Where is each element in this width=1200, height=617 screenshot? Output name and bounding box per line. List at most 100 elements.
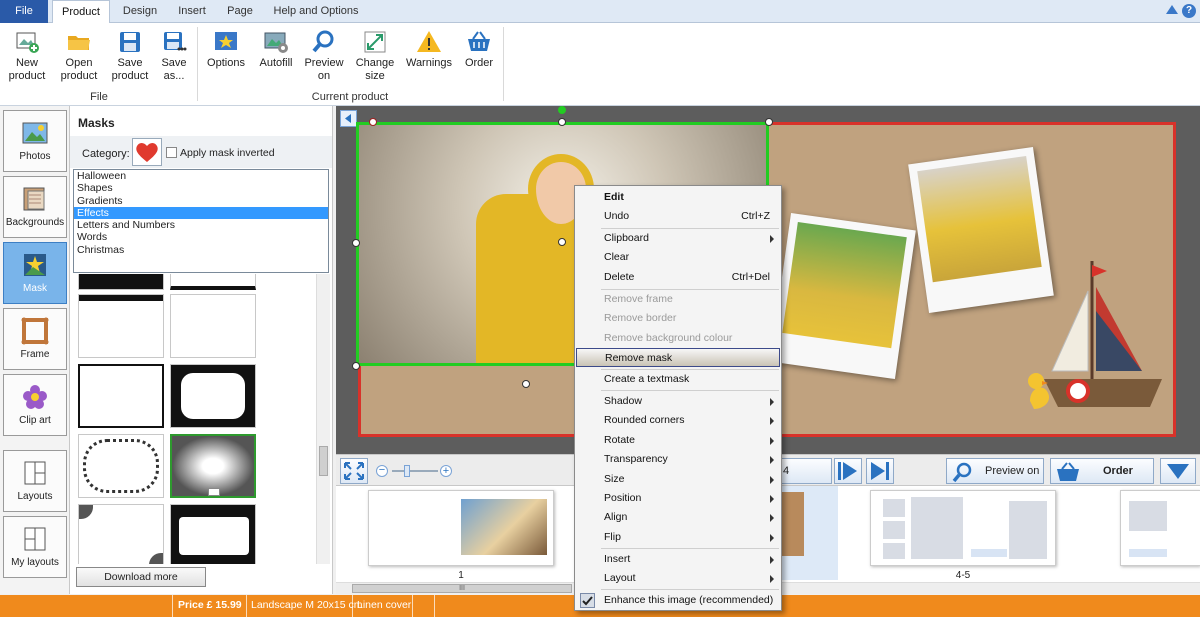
warnings-button[interactable]: Warnings xyxy=(404,29,454,70)
page-right[interactable] xyxy=(770,122,1176,437)
rotation-handle-green[interactable] xyxy=(558,106,566,114)
status-format: Landscape M 20x15 cm xyxy=(251,599,363,611)
sailboat-clipart[interactable] xyxy=(1022,251,1172,421)
menu-item-label: Clipboard xyxy=(604,232,649,244)
apply-mask-inverted-checkbox[interactable] xyxy=(166,147,177,158)
zoom-out-icon[interactable]: − xyxy=(376,465,388,477)
category-item[interactable]: Letters and Numbers xyxy=(74,219,328,231)
previous-page-button[interactable] xyxy=(340,110,357,127)
mask-thumbnail[interactable] xyxy=(78,364,164,428)
order-button[interactable]: Order xyxy=(458,29,500,70)
expand-filmstrip-button[interactable] xyxy=(1160,458,1196,484)
resize-handle-top[interactable] xyxy=(558,118,566,126)
tool-my-layouts[interactable]: My layouts xyxy=(3,516,67,578)
category-item[interactable]: Shapes xyxy=(74,182,328,194)
submenu-arrow-icon xyxy=(770,514,774,522)
options-button[interactable]: Options xyxy=(204,29,248,70)
mask-thumbnail[interactable] xyxy=(170,294,256,358)
menu-item-clipboard[interactable]: Clipboard xyxy=(576,229,780,248)
fit-to-screen-button[interactable] xyxy=(340,458,368,484)
tab-design[interactable]: Design xyxy=(114,0,166,23)
current-spread-highlight[interactable] xyxy=(776,486,838,580)
folder-icon xyxy=(68,36,90,50)
tab-product[interactable]: Product xyxy=(52,0,110,24)
help-icon[interactable]: ? xyxy=(1182,4,1196,18)
zoom-slider-thumb[interactable] xyxy=(404,465,410,477)
mask-thumbnail[interactable] xyxy=(170,274,256,290)
resize-handle-top-right[interactable] xyxy=(765,118,773,126)
last-page-button[interactable] xyxy=(866,458,894,484)
menu-item-rotate[interactable]: Rotate xyxy=(576,431,780,450)
preview-on-nav-button[interactable]: Preview on xyxy=(946,458,1044,484)
resize-handle-bottom-left[interactable] xyxy=(352,362,360,370)
menu-item-flip[interactable]: Flip xyxy=(576,528,780,547)
menu-item-size[interactable]: Size xyxy=(576,470,780,489)
menu-item-undo[interactable]: Undo Ctrl+Z xyxy=(576,207,780,226)
open-product-button[interactable]: Open product xyxy=(56,29,102,83)
menu-item-delete[interactable]: Delete Ctrl+Del xyxy=(576,268,780,287)
filmstrip-scroll-thumb[interactable]: III xyxy=(352,584,572,593)
mask-thumbnail[interactable] xyxy=(170,504,256,564)
tab-insert[interactable]: Insert xyxy=(170,0,214,23)
category-item[interactable]: Gradients xyxy=(74,195,328,207)
menu-item-enhance-image[interactable]: Enhance this image (recommended) xyxy=(576,591,780,610)
new-product-button[interactable]: New product xyxy=(4,29,50,83)
tool-photos[interactable]: Photos xyxy=(3,110,67,172)
menu-item-insert[interactable]: Insert xyxy=(576,550,780,569)
menu-item-shadow[interactable]: Shadow xyxy=(576,392,780,411)
menu-item-position[interactable]: Position xyxy=(576,489,780,508)
mask-scrollbar[interactable] xyxy=(316,274,330,564)
tool-mask[interactable]: Mask xyxy=(3,242,67,304)
menu-item-remove-mask[interactable]: Remove mask xyxy=(576,348,780,367)
mask-thumbnail[interactable] xyxy=(78,274,164,290)
menu-item-rounded-corners[interactable]: Rounded corners xyxy=(576,411,780,430)
rotate-handle[interactable] xyxy=(369,118,377,126)
save-as-button[interactable]: Save as... xyxy=(154,29,194,83)
resize-handle-left[interactable] xyxy=(352,239,360,247)
menu-item-edit[interactable]: Edit xyxy=(576,188,780,207)
menu-item-clear[interactable]: Clear xyxy=(576,248,780,267)
change-size-button[interactable]: Change size xyxy=(352,29,398,83)
tab-file[interactable]: File xyxy=(0,0,48,23)
tab-page[interactable]: Page xyxy=(220,0,260,23)
masks-panel: Masks Category: Apply mask inverted Hall… xyxy=(70,106,333,594)
autofill-button[interactable]: Autofill xyxy=(254,29,298,70)
save-product-button[interactable]: Save product xyxy=(108,29,152,83)
mask-thumbnail[interactable] xyxy=(78,504,164,564)
preview-on-button[interactable]: Preview on xyxy=(302,29,346,83)
menu-item-align[interactable]: Align xyxy=(576,508,780,527)
polaroid-photo[interactable] xyxy=(770,212,916,380)
tab-help-options[interactable]: Help and Options xyxy=(266,0,366,23)
order-nav-button[interactable]: Order xyxy=(1050,458,1154,484)
download-more-button[interactable]: Download more xyxy=(76,567,206,587)
mask-thumbnail-selected[interactable] xyxy=(170,434,256,498)
next-page-button[interactable] xyxy=(834,458,862,484)
tool-layouts[interactable]: Layouts xyxy=(3,450,67,512)
category-item[interactable]: Christmas xyxy=(74,244,328,256)
ribbon-group-file-label: File xyxy=(90,91,108,103)
scrollbar-thumb[interactable] xyxy=(319,446,328,476)
menu-item-label: Remove border xyxy=(604,312,677,324)
menu-item-transparency[interactable]: Transparency xyxy=(576,450,780,469)
tool-frame[interactable]: Frame xyxy=(3,308,67,370)
zoom-out-photo-icon[interactable] xyxy=(522,380,530,388)
mask-thumbnail[interactable] xyxy=(78,294,164,358)
tool-backgrounds[interactable]: Backgrounds xyxy=(3,176,67,238)
menu-item-layout[interactable]: Layout xyxy=(576,569,780,588)
zoom-in-icon[interactable]: + xyxy=(440,465,452,477)
spread-thumbnail[interactable] xyxy=(870,490,1056,566)
category-list[interactable]: Halloween Shapes Gradients Effects Lette… xyxy=(73,169,329,273)
collapse-ribbon-icon[interactable] xyxy=(1166,5,1178,14)
mask-thumbnail[interactable] xyxy=(78,434,164,498)
category-item-selected[interactable]: Effects xyxy=(74,206,328,220)
spread-thumbnail[interactable] xyxy=(1120,490,1200,566)
menu-item-create-textmask[interactable]: Create a textmask xyxy=(576,370,780,389)
zoom-slider[interactable] xyxy=(392,470,438,472)
category-item[interactable]: Words xyxy=(74,231,328,243)
category-item[interactable]: Halloween xyxy=(74,170,328,182)
category-dropdown[interactable] xyxy=(132,138,162,166)
tool-clipart[interactable]: Clip art xyxy=(3,374,67,436)
image-move-handle[interactable] xyxy=(558,238,566,246)
mask-thumbnail[interactable] xyxy=(170,364,256,428)
spread-thumbnail[interactable] xyxy=(368,490,554,566)
